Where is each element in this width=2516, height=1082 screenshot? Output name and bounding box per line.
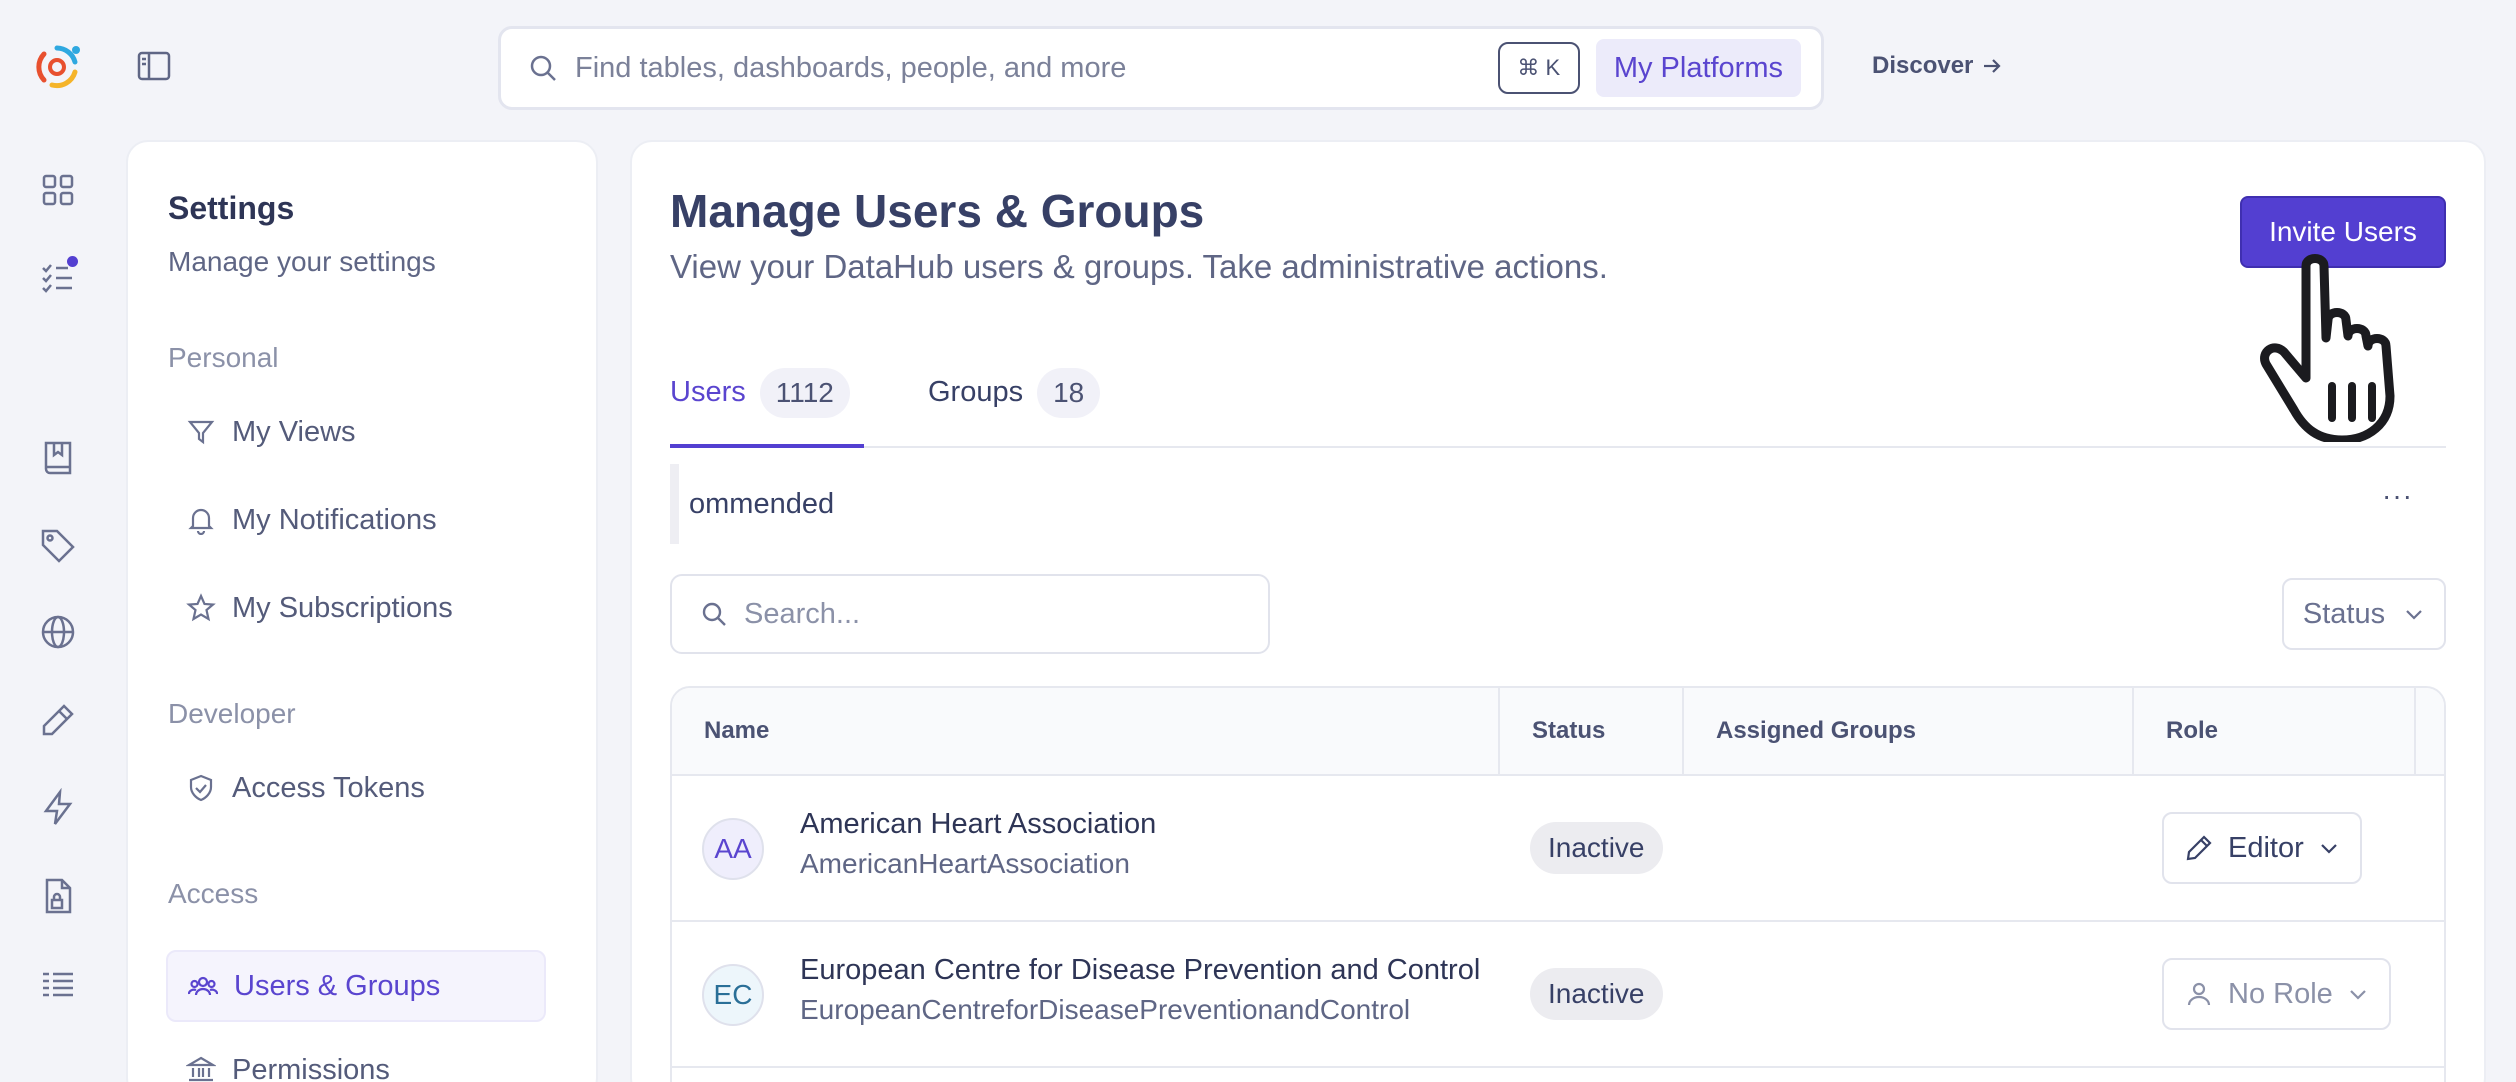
table-row[interactable]: AA American Heart Association AmericanHe… <box>672 776 2444 922</box>
search-icon <box>530 55 556 81</box>
users-icon <box>188 976 218 996</box>
nav-item-my-subscriptions[interactable]: My Subscriptions <box>166 572 546 644</box>
tag-icon[interactable] <box>38 526 78 566</box>
search-icon <box>702 602 726 626</box>
discover-label: Discover <box>1872 52 1974 79</box>
tab-users-label: Users <box>670 376 746 408</box>
role-label: Editor <box>2228 831 2304 864</box>
bell-icon <box>188 508 214 535</box>
chevron-down-icon <box>2350 990 2366 1000</box>
chevron-down-icon <box>2406 610 2422 620</box>
table-row[interactable]: EC European Centre for Disease Preventio… <box>672 922 2444 1068</box>
section-developer: Developer <box>168 698 296 729</box>
role-dropdown[interactable]: No Role <box>2162 958 2391 1030</box>
bank-icon <box>186 1056 216 1082</box>
status-filter-label: Status <box>2302 597 2386 630</box>
grid-icon[interactable] <box>38 170 78 210</box>
recommended-filter-tab[interactable]: ommended <box>670 464 834 544</box>
discover-link[interactable]: Discover <box>1872 52 2003 80</box>
star-icon <box>186 593 216 622</box>
main-panel: Manage Users & Groups View your DataHub … <box>630 140 2486 1082</box>
sidebar-toggle-icon[interactable] <box>136 48 172 84</box>
role-label: No Role <box>2228 977 2333 1010</box>
nav-item-users-groups[interactable]: Users & Groups <box>166 950 546 1022</box>
section-personal: Personal <box>168 342 279 373</box>
user-handle: AmericanHeartAssociation <box>800 848 1130 879</box>
tab-groups[interactable]: Groups 18 <box>928 364 1101 448</box>
shield-check-icon <box>189 774 213 802</box>
arrow-right-icon <box>1984 59 2001 73</box>
avatar: AA <box>702 818 764 880</box>
nav-item-label: My Views <box>232 415 356 448</box>
pencil-ruler-icon[interactable] <box>38 700 78 740</box>
settings-panel: Settings Manage your settings Personal M… <box>126 140 598 1082</box>
user-search-placeholder: Search... <box>744 597 861 630</box>
filter-icon <box>187 420 215 445</box>
column-header-role[interactable]: Role <box>2134 688 2416 774</box>
status-badge: Inactive <box>1530 822 1663 874</box>
section-access: Access <box>168 878 259 909</box>
settings-title: Settings <box>168 190 295 226</box>
tab-users[interactable]: Users 1112 <box>670 364 864 448</box>
nav-item-my-views[interactable]: My Views <box>166 396 546 468</box>
nav-item-label: Access Tokens <box>232 771 425 804</box>
user-name[interactable]: American Heart Association <box>800 808 1156 841</box>
book-icon[interactable] <box>38 438 78 478</box>
lightning-icon[interactable] <box>38 788 78 828</box>
chevron-down-icon <box>2320 844 2337 854</box>
nav-item-access-tokens[interactable]: Access Tokens <box>166 752 546 824</box>
app-logo[interactable] <box>30 40 84 94</box>
user-name[interactable]: European Centre for Disease Prevention a… <box>800 954 1480 987</box>
keyboard-shortcut-hint: ⌘ K <box>1497 42 1580 94</box>
nav-item-my-notifications[interactable]: My Notifications <box>166 484 546 556</box>
tab-users-count: 1112 <box>759 368 850 418</box>
column-header-status[interactable]: Status <box>1500 688 1684 774</box>
page-description: View your DataHub users & groups. Take a… <box>670 248 1608 285</box>
notification-dot <box>67 256 78 267</box>
nav-item-label: Users & Groups <box>234 969 441 1002</box>
global-search-bar[interactable]: Find tables, dashboards, people, and mor… <box>498 26 1824 110</box>
globe-icon[interactable] <box>38 612 78 652</box>
document-lock-icon[interactable] <box>38 876 78 916</box>
nav-item-label: Permissions <box>232 1053 390 1082</box>
user-search-input[interactable]: Search... <box>670 574 1270 654</box>
nav-item-permissions[interactable]: Permissions <box>166 1034 546 1082</box>
global-search-placeholder[interactable]: Find tables, dashboards, people, and mor… <box>575 52 1498 85</box>
role-dropdown[interactable]: Editor <box>2162 812 2362 884</box>
platforms-filter-button[interactable]: My Platforms <box>1595 39 1801 97</box>
column-header-assigned-groups[interactable]: Assigned Groups <box>1684 688 2134 774</box>
tabs-bar: Users 1112 Groups 18 <box>670 364 2446 448</box>
user-icon <box>2187 982 2211 1006</box>
nav-item-label: My Subscriptions <box>232 591 453 624</box>
list-icon[interactable] <box>38 964 78 1004</box>
hand-pointer-icon <box>2260 246 2456 442</box>
nav-item-label: My Notifications <box>232 503 437 536</box>
settings-subtitle: Manage your settings <box>168 246 436 277</box>
status-badge: Inactive <box>1530 968 1663 1020</box>
pencil-icon <box>2186 835 2212 861</box>
user-handle: EuropeanCentreforDiseasePreventionandCon… <box>800 994 1411 1025</box>
tasks-icon[interactable] <box>38 256 78 296</box>
page-title: Manage Users & Groups <box>670 185 1205 237</box>
table-header: Name Status Assigned Groups Role <box>672 688 2444 776</box>
column-header-name[interactable]: Name <box>672 688 1500 774</box>
more-options-button[interactable]: ··· <box>2382 480 2413 512</box>
tab-groups-count: 18 <box>1037 368 1101 418</box>
tab-groups-label: Groups <box>928 376 1024 408</box>
avatar: EC <box>702 964 764 1026</box>
users-table: Name Status Assigned Groups Role AA Amer… <box>670 686 2446 1082</box>
status-filter-dropdown[interactable]: Status <box>2282 578 2446 650</box>
